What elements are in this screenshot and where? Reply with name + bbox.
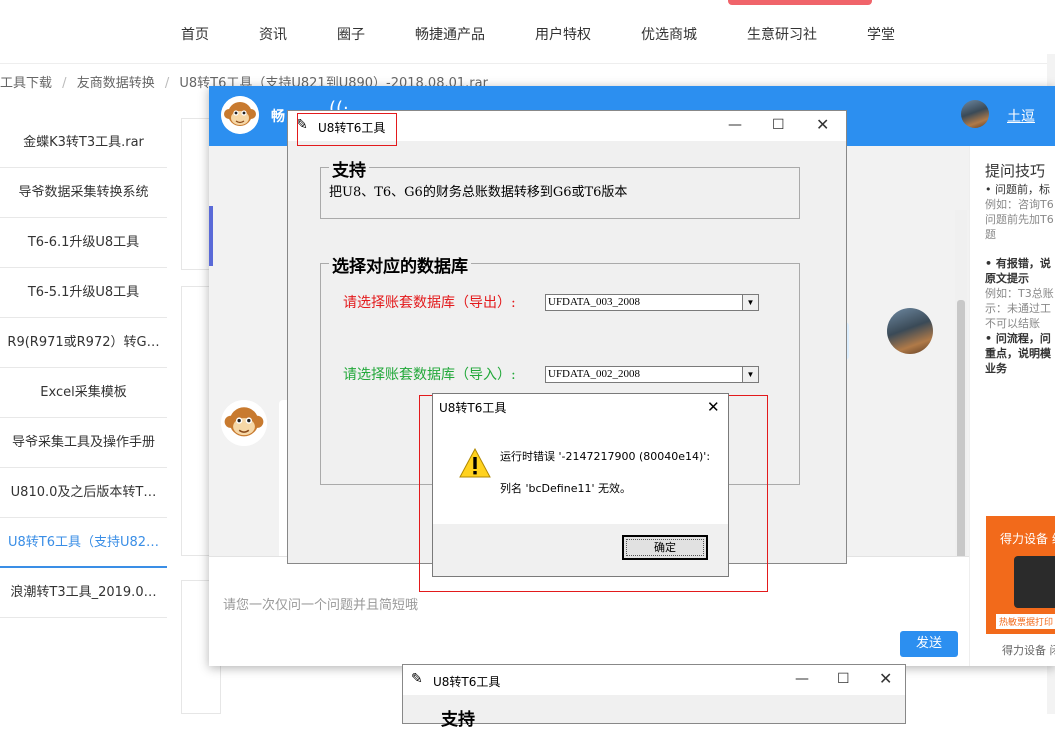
nav-item-circle[interactable]: 圈子	[337, 24, 365, 44]
tips-content: • 问题前，标 例如：咨询T6 问题前先加T6 题 • 有报错，说 原文提示 例…	[985, 182, 1055, 376]
top-nav: 首页 资讯 圈子 畅捷通产品 用户特权 优选商城 生意研习社 学堂	[0, 0, 1055, 64]
export-db-select[interactable]: UFDATA_003_2008 ▼	[545, 294, 759, 311]
close-icon[interactable]: ✕	[816, 117, 829, 133]
user-message-avatar	[887, 308, 933, 354]
error-dialog: U8转T6工具 ✕ 运行时错误 '-2147217900 (80040e14)'…	[432, 393, 729, 577]
app-icon: ✎	[411, 671, 423, 687]
tips-line: • 有报错，说	[985, 257, 1051, 270]
nav-item-privileges[interactable]: 用户特权	[535, 24, 591, 44]
tips-panel: 提问技巧 • 问题前，标 例如：咨询T6 问题前先加T6 题 • 有报错，说 原…	[969, 146, 1055, 666]
ad-banner[interactable]: 得力设备 维 热敏票据打印	[986, 516, 1055, 634]
error-message-line2: 列名 'bcDefine11' 无效。	[500, 482, 631, 495]
export-db-value: UFDATA_003_2008	[548, 296, 641, 308]
support-group-title: 支持	[441, 710, 475, 730]
nav-item-mall[interactable]: 优选商城	[641, 24, 697, 44]
database-group-title: 选择对应的数据库	[329, 252, 471, 277]
message-marker	[209, 206, 213, 266]
tips-line: • 问流程，问	[985, 332, 1051, 345]
import-db-label: 请选择账套数据库（导入）:	[343, 367, 516, 383]
printer-image	[1014, 556, 1055, 608]
chevron-down-icon[interactable]: ▼	[742, 295, 758, 310]
support-description: 把U8、T6、G6的财务总账数据转移到G6或T6版本	[329, 185, 628, 200]
user-name-link[interactable]: 土逗	[1007, 106, 1035, 126]
ad-caption: 得力设备 闭	[1002, 644, 1055, 657]
nav-item-home[interactable]: 首页	[181, 24, 209, 44]
list-item[interactable]: 导爷数据采集转换系统	[0, 168, 167, 218]
tips-line: 不可以结账	[985, 317, 1040, 330]
export-db-label: 请选择账套数据库（导出）:	[343, 295, 516, 311]
list-item[interactable]: 浪潮转T3工具_2019.0…	[0, 568, 167, 618]
maximize-icon[interactable]: ☐	[772, 117, 785, 133]
maximize-icon[interactable]: ☐	[837, 671, 850, 687]
list-item[interactable]: 金蝶K3转T3工具.rar	[0, 118, 167, 168]
list-item[interactable]: T6-5.1升级U8工具	[0, 268, 167, 318]
close-icon[interactable]: ✕	[707, 398, 720, 416]
tips-title: 提问技巧	[985, 162, 1046, 180]
list-item-active[interactable]: U8转T6工具（支持U82…	[0, 518, 167, 568]
nav-item-academy[interactable]: 生意研习社	[747, 24, 817, 44]
nav-item-news[interactable]: 资讯	[259, 24, 287, 44]
annotation-box	[297, 113, 397, 146]
list-item[interactable]: R9(R971或R972）转G…	[0, 318, 167, 368]
tips-line: 重点，说明模	[985, 347, 1051, 360]
nav-highlight-bar	[728, 0, 872, 5]
minimize-icon[interactable]: —	[728, 117, 742, 133]
tips-line: 例如：咨询T6	[985, 198, 1054, 211]
chat-scrollbar-thumb[interactable]	[957, 300, 965, 590]
breadcrumb-separator: /	[164, 76, 170, 91]
chat-title: 畅	[271, 109, 285, 125]
import-db-select[interactable]: UFDATA_002_2008 ▼	[545, 366, 759, 383]
list-item[interactable]: Excel采集模板	[0, 368, 167, 418]
breadcrumb-item[interactable]: 工具下载	[0, 76, 52, 91]
breadcrumb-separator: /	[62, 76, 67, 91]
breadcrumb-item[interactable]: 友商数据转换	[77, 76, 155, 91]
service-message-avatar	[221, 400, 267, 446]
user-avatar[interactable]	[961, 100, 989, 128]
list-item[interactable]: T6-6.1升级U8工具	[0, 218, 167, 268]
chat-input[interactable]: 请您一次仅问一个问题并且简短哦	[223, 594, 418, 613]
import-db-value: UFDATA_002_2008	[548, 368, 641, 380]
ad-tag: 热敏票据打印	[996, 614, 1055, 629]
tips-line: 例如：T3总账	[985, 287, 1054, 300]
support-group: 支持 把U8、T6、G6的财务总账数据转移到G6或T6版本	[320, 156, 800, 219]
support-group-title: 支持	[329, 156, 369, 181]
ad-headline: 得力设备 维	[1000, 532, 1055, 546]
chevron-down-icon[interactable]: ▼	[742, 367, 758, 382]
list-item[interactable]: 导爷采集工具及操作手册	[0, 418, 167, 468]
dialog-titlebar: ✎ U8转T6工具 — ☐ ✕	[403, 665, 905, 695]
file-list: 金蝶K3转T3工具.rar 导爷数据采集转换系统 T6-6.1升级U8工具 T6…	[0, 118, 167, 618]
converter-dialog-secondary: ✎ U8转T6工具 — ☐ ✕ 支持	[402, 664, 906, 730]
tips-line: 业务	[985, 362, 1007, 375]
ok-button[interactable]: 确定	[622, 535, 708, 560]
error-dialog-title: U8转T6工具	[439, 401, 507, 415]
send-button[interactable]: 发送	[900, 631, 958, 657]
tips-line: 题	[985, 228, 996, 241]
close-icon[interactable]: ✕	[879, 671, 892, 687]
list-item[interactable]: U810.0及之后版本转T…	[0, 468, 167, 518]
nav-item-products[interactable]: 畅捷通产品	[415, 24, 485, 44]
tips-line: 示：未通过工	[985, 302, 1051, 315]
warning-icon	[459, 448, 491, 478]
minimize-icon[interactable]: —	[795, 671, 809, 687]
tips-line: • 问题前，标	[985, 183, 1050, 196]
error-message-line1: 运行时错误 '-2147217900 (80040e14)':	[500, 450, 711, 463]
focus-ring	[626, 539, 704, 556]
tips-line: 问题前先加T6	[985, 213, 1054, 226]
dialog-title: U8转T6工具	[433, 675, 501, 689]
tips-line: 原文提示	[985, 272, 1029, 285]
service-avatar	[221, 96, 259, 134]
chat-scrollbar[interactable]	[955, 210, 967, 600]
nav-item-school[interactable]: 学堂	[867, 24, 895, 44]
